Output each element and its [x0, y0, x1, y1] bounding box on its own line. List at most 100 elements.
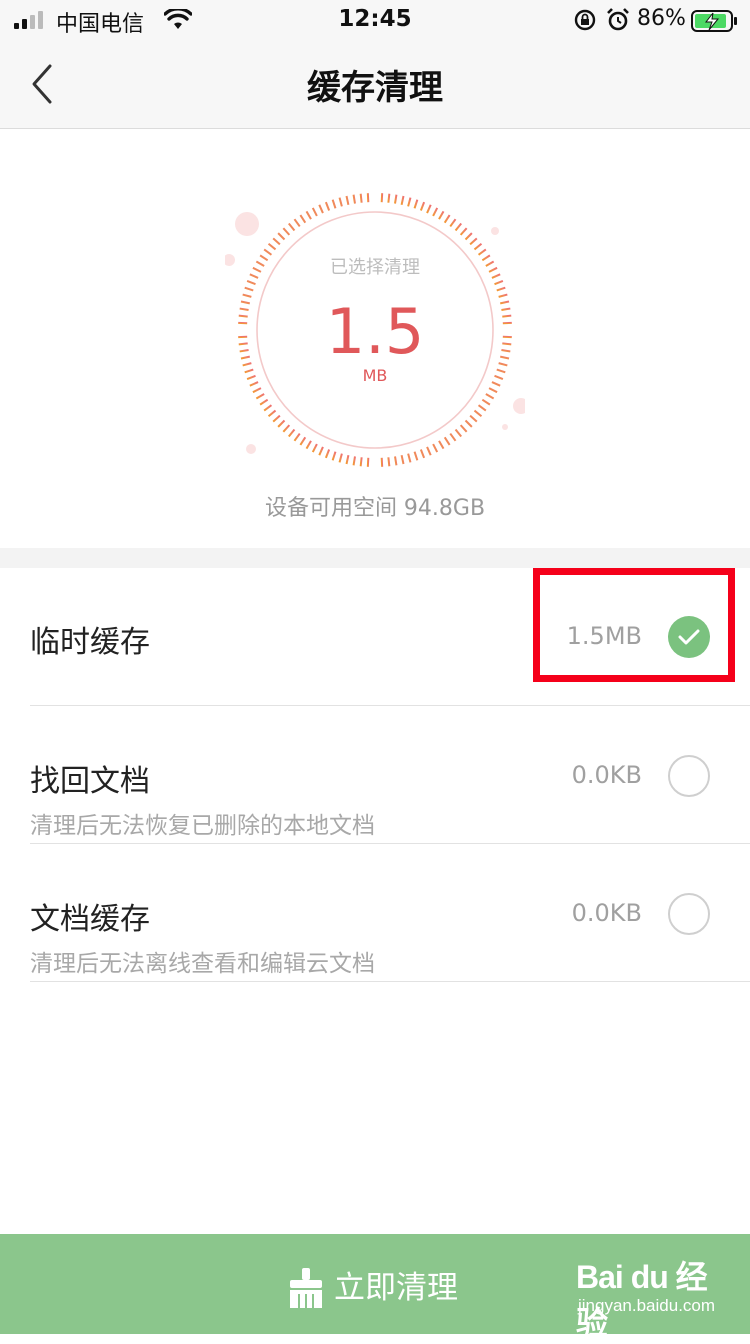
gauge-tick — [319, 447, 323, 455]
cache-item-size: 1.5MB — [567, 622, 642, 650]
gauge-tick — [421, 202, 424, 210]
gauge-tick — [239, 343, 248, 344]
gauge-tick — [495, 376, 503, 379]
gauge-tick — [501, 309, 510, 310]
gauge-tick — [502, 343, 511, 344]
gauge-tick — [307, 211, 312, 219]
gauge-tick — [278, 421, 284, 427]
gauge-tick — [427, 205, 431, 213]
clean-now-button[interactable]: 立即清理 Bai du 经验 jingyan.baidu.com — [0, 1234, 750, 1334]
gauge-tick — [245, 370, 254, 373]
unchecked-checkbox[interactable] — [668, 755, 710, 797]
gauge-tick — [245, 288, 254, 291]
gauge-tick — [307, 441, 312, 449]
gauge-tick — [283, 228, 289, 235]
gauge-tick — [333, 200, 336, 209]
checked-checkbox[interactable] — [668, 616, 710, 658]
gauge-tick — [289, 224, 295, 231]
battery-percent: 86% — [637, 6, 686, 31]
gauge-tick — [486, 394, 494, 399]
gauge-tick — [354, 195, 355, 204]
gauge-tick — [256, 394, 264, 399]
cache-item-doc-cache[interactable]: 文档缓存 清理后无法离线查看和编辑云文档 0.0KB — [0, 844, 750, 981]
gauge-tick — [294, 219, 299, 226]
navigation-bar: 缓存清理 — [0, 40, 750, 129]
gauge-tick — [240, 350, 249, 351]
gauge-tick — [421, 450, 424, 458]
row-separator — [30, 981, 750, 982]
gauge-tick — [347, 196, 349, 205]
gauge-tick — [395, 456, 396, 465]
gauge-tick — [489, 268, 497, 272]
gauge-tick — [243, 363, 252, 365]
gauge-tick — [470, 238, 477, 244]
baidu-jingyan-watermark: Bai du 经验 jingyan.baidu.com — [576, 1252, 736, 1330]
gauge-tick — [256, 262, 264, 267]
broom-icon — [288, 1268, 324, 1308]
gauge-tick — [395, 195, 396, 204]
selected-size-value: 1.5 — [275, 296, 475, 368]
gauge-tick — [461, 228, 467, 235]
gauge-tick — [253, 268, 261, 272]
cache-item-temporary[interactable]: 临时缓存 1.5MB — [0, 568, 750, 706]
gauge-tick — [486, 262, 494, 267]
gauge-tick — [361, 457, 362, 466]
gauge-tick — [278, 233, 284, 239]
gauge-tick — [482, 255, 490, 260]
gauge-tick — [408, 454, 410, 463]
checkmark-icon — [668, 616, 710, 658]
cache-item-size: 0.0KB — [572, 761, 642, 789]
gauge-tick — [313, 444, 317, 452]
gauge-tick — [499, 295, 508, 297]
gauge-tick — [269, 244, 276, 250]
gauge-tick — [240, 309, 249, 310]
gauge-tick — [456, 224, 462, 231]
gauge-tick — [361, 194, 362, 203]
gauge-tick — [427, 447, 431, 455]
gauge-decor-dot — [246, 444, 256, 454]
clean-now-label: 立即清理 — [334, 1262, 458, 1307]
gauge-tick — [264, 405, 271, 410]
gauge-tick — [500, 302, 509, 304]
gauge-tick — [489, 388, 497, 392]
cache-item-subtitle: 清理后无法恢复已删除的本地文档 — [30, 806, 375, 840]
gauge-tick — [269, 411, 276, 417]
gauge-tick — [326, 202, 329, 210]
gauge-decor-dot — [502, 424, 508, 430]
gauge-tick — [439, 441, 444, 449]
gauge-tick — [482, 400, 490, 405]
gauge-tick — [347, 455, 349, 464]
gauge-tick — [402, 455, 404, 464]
cache-item-recover-docs[interactable]: 找回文档 清理后无法恢复已删除的本地文档 0.0KB — [0, 706, 750, 843]
gauge-tick — [470, 416, 477, 422]
gauge-tick — [340, 454, 342, 463]
gauge-decor-dot — [235, 212, 259, 236]
alarm-icon — [606, 8, 630, 32]
gauge-tick — [260, 400, 268, 405]
cache-item-title: 临时缓存 — [30, 617, 150, 661]
available-space-text: 设备可用空间 94.8GB — [0, 490, 750, 522]
gauge-tick — [319, 205, 323, 213]
gauge-tick — [474, 411, 481, 417]
unchecked-checkbox[interactable] — [668, 893, 710, 935]
gauge-tick — [239, 316, 248, 317]
cache-item-size: 0.0KB — [572, 899, 642, 927]
gauge-tick — [445, 437, 450, 445]
gauge-tick — [388, 457, 389, 466]
gauge-tick — [445, 215, 450, 223]
gauge-tick — [479, 249, 486, 254]
gauge-decor-dot — [225, 254, 235, 266]
gauge-tick — [283, 425, 289, 432]
rotation-lock-icon — [574, 9, 596, 31]
gauge-tick — [415, 452, 418, 461]
gauge-tick — [502, 316, 511, 317]
gauge-tick — [313, 208, 317, 216]
gauge-tick — [492, 382, 500, 386]
gauge-tick — [500, 357, 509, 359]
cache-item-title: 文档缓存 — [30, 894, 150, 938]
gauge-tick — [501, 350, 510, 351]
gauge-tick — [466, 421, 472, 427]
gauge-tick — [264, 249, 271, 254]
gauge-tick — [241, 357, 250, 359]
gauge-tick — [402, 196, 404, 205]
